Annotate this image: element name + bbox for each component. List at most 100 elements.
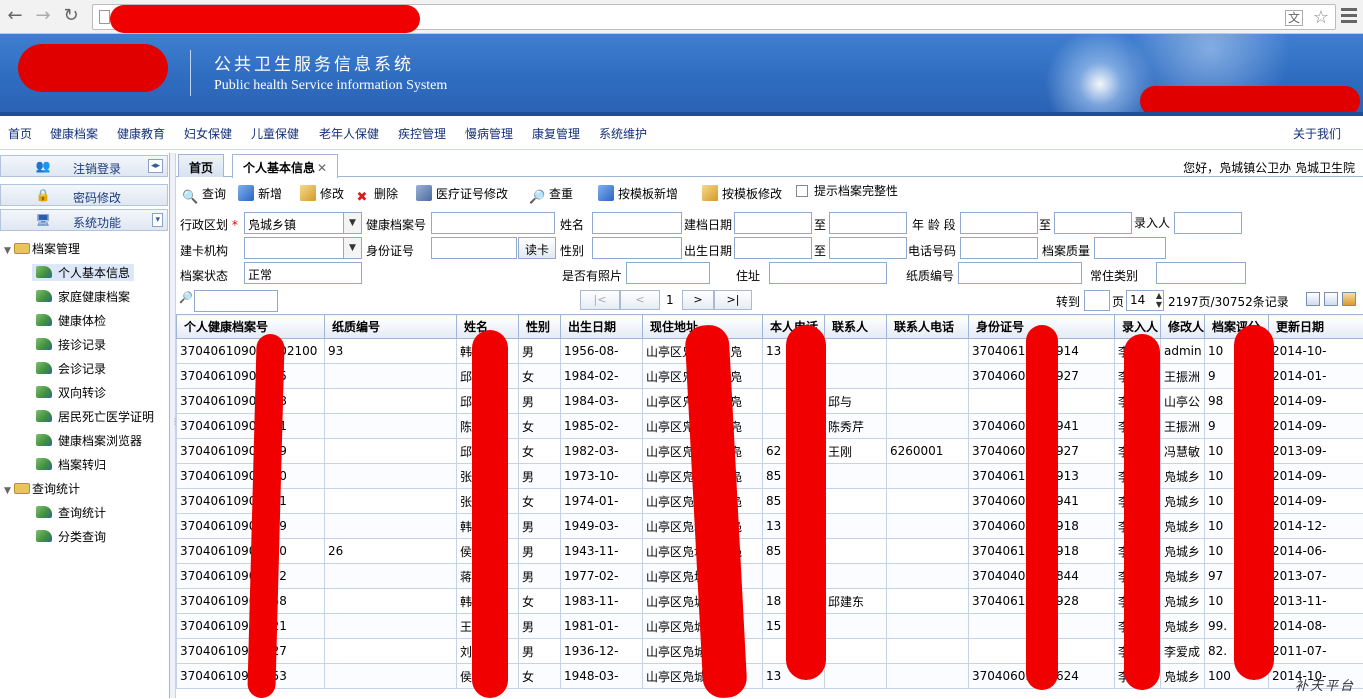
- tree-item-referral[interactable]: 双向转诊: [36, 384, 106, 401]
- age-from[interactable]: [960, 212, 1038, 234]
- photo-input[interactable]: [626, 262, 710, 284]
- menu-child-care[interactable]: 儿童保健: [251, 125, 299, 142]
- tab-home[interactable]: 首页: [178, 154, 224, 177]
- menu-home[interactable]: 首页: [8, 125, 32, 142]
- duplicate-check-button[interactable]: 🔎查重: [529, 185, 573, 206]
- change-password-button[interactable]: 🔒 密码修改: [0, 184, 168, 206]
- card-number-edit-button[interactable]: 医疗证号修改: [416, 185, 508, 202]
- paper-no-input[interactable]: [958, 262, 1082, 284]
- menu-disease-control[interactable]: 疾控管理: [398, 125, 446, 142]
- add-button[interactable]: 新增: [238, 185, 282, 202]
- table-row[interactable]: 37040610902141张女1974-01-山亭区凫城镇西凫85370406…: [177, 489, 1363, 514]
- menu-system[interactable]: 系统维护: [599, 125, 647, 142]
- tree-item-category-query[interactable]: 分类查询: [36, 528, 106, 545]
- table-row[interactable]: 3704061090215026侯男1943-11-山亭区凫城镇西凫853704…: [177, 539, 1363, 564]
- menu-women-care[interactable]: 妇女保健: [184, 125, 232, 142]
- bookmark-star-icon[interactable]: ☆: [1313, 7, 1329, 28]
- org-select[interactable]: ▼: [244, 237, 362, 259]
- chevron-down-icon[interactable]: ▾: [152, 213, 163, 227]
- col-contact-phone[interactable]: 联系人电话: [887, 315, 969, 339]
- col-paper-no[interactable]: 纸质编号: [325, 315, 457, 339]
- forward-arrow-icon[interactable]: →: [32, 6, 54, 26]
- logout-button[interactable]: 👥 注销登录 ◂▸: [0, 155, 168, 177]
- page-size-input[interactable]: 14▲▼: [1126, 290, 1164, 311]
- chevron-down-icon[interactable]: ▼: [343, 238, 361, 258]
- col-record-no[interactable]: 个人健康档案号: [177, 315, 325, 339]
- browser-menu-icon[interactable]: [1341, 8, 1357, 26]
- menu-health-education[interactable]: 健康教育: [117, 125, 165, 142]
- table-row[interactable]: 37040610902105邱女1984-02-山亭区凫城镇西凫37040602…: [177, 364, 1363, 389]
- birth-to[interactable]: [829, 237, 907, 259]
- col-birth[interactable]: 出生日期: [561, 315, 643, 339]
- menu-rehab[interactable]: 康复管理: [532, 125, 580, 142]
- tab-personal-info[interactable]: 个人基本信息✕: [232, 154, 338, 178]
- build-date-to[interactable]: [829, 212, 907, 234]
- gender-input[interactable]: [592, 237, 682, 259]
- collapse-toggle-icon[interactable]: ◂▸: [148, 159, 163, 173]
- system-functions-button[interactable]: 🖥 系统功能 ▾: [0, 209, 168, 231]
- translate-icon[interactable]: 文: [1285, 10, 1303, 26]
- region-select[interactable]: 凫城乡镇▼: [244, 212, 362, 234]
- quick-search-input[interactable]: [194, 290, 278, 312]
- build-date-from[interactable]: [734, 212, 812, 234]
- next-page-button[interactable]: >: [682, 290, 714, 310]
- spinner-icon[interactable]: ▲▼: [1156, 291, 1162, 309]
- tree-item-death-cert[interactable]: 居民死亡医学证明: [36, 408, 154, 425]
- status-input[interactable]: 正常: [244, 262, 362, 284]
- completeness-checkbox[interactable]: 提示档案完整性: [796, 182, 898, 199]
- tree-group-records[interactable]: ▼档案管理: [4, 240, 80, 257]
- table-row[interactable]: 37040610903053侯志女1948-03-山亭区凫城镇崖庄1337040…: [177, 664, 1363, 689]
- checkbox[interactable]: [796, 185, 808, 197]
- menu-health-records[interactable]: 健康档案: [50, 125, 98, 142]
- back-arrow-icon[interactable]: ←: [4, 6, 26, 26]
- birth-from[interactable]: [734, 237, 812, 259]
- last-page-button[interactable]: >|: [714, 290, 752, 310]
- table-row[interactable]: 37040610902158韩女1983-11-山亭区凫城镇西凫18邱建东370…: [177, 589, 1363, 614]
- query-button[interactable]: 🔍查询: [182, 185, 226, 206]
- prev-page-button[interactable]: <: [620, 290, 660, 310]
- resident-type-input[interactable]: [1156, 262, 1246, 284]
- entry-person-input[interactable]: [1174, 212, 1242, 234]
- col-updated[interactable]: 更新日期: [1269, 315, 1363, 339]
- address-input[interactable]: [769, 262, 887, 284]
- table-row[interactable]: 37040610902111陈女1985-02-山亭区凫城镇西凫陈秀芹37040…: [177, 414, 1363, 439]
- tree-item-query-stats[interactable]: 查询统计: [36, 504, 106, 521]
- template-add-button[interactable]: 按模板新增: [598, 185, 678, 202]
- menu-chronic-disease[interactable]: 慢病管理: [465, 125, 513, 142]
- tree-item-personal-info[interactable]: 个人基本信息: [32, 264, 134, 281]
- table-row[interactable]: 37040610903027刘安男1936-12-山亭区凫城镇崖庄李李爱成82.…: [177, 639, 1363, 664]
- table-row[interactable]: 37040610903021王明男1981-01-山亭区凫城镇崖庄15李凫城乡9…: [177, 614, 1363, 639]
- menu-elderly-care[interactable]: 老年人保健: [319, 125, 379, 142]
- grid-settings-icon[interactable]: [1342, 292, 1356, 306]
- col-modified-by[interactable]: 修改人: [1161, 315, 1205, 339]
- delete-button[interactable]: ✖删除: [354, 185, 398, 206]
- quality-input[interactable]: [1094, 237, 1166, 259]
- id-input[interactable]: [431, 237, 517, 259]
- table-row[interactable]: 37040610902129邱女1982-03-山亭区凫城镇西凫62王刚6260…: [177, 439, 1363, 464]
- close-icon[interactable]: ✕: [317, 161, 327, 175]
- phone-input[interactable]: [960, 237, 1038, 259]
- name-input[interactable]: [592, 212, 682, 234]
- export-icon[interactable]: [1324, 292, 1338, 306]
- goto-page-input[interactable]: [1084, 290, 1110, 311]
- template-edit-button[interactable]: 按模板修改: [702, 185, 782, 202]
- read-card-button[interactable]: 读卡: [518, 237, 556, 259]
- edit-button[interactable]: 修改: [300, 185, 344, 202]
- tree-expand-icon[interactable]: ▼: [4, 486, 14, 496]
- tree-item-checkup[interactable]: 健康体检: [36, 312, 106, 329]
- print-icon[interactable]: [1306, 292, 1320, 306]
- chevron-down-icon[interactable]: ▼: [343, 213, 361, 233]
- table-row[interactable]: 37040610902152蒋男1977-02-山亭区凫城镇西凫37040402…: [177, 564, 1363, 589]
- col-contact[interactable]: 联系人: [825, 315, 887, 339]
- age-to[interactable]: [1054, 212, 1132, 234]
- tree-group-query[interactable]: ▼查询统计: [4, 480, 80, 497]
- table-row[interactable]: 37040610902108邱男1984-03-山亭区凫城镇西凫邱与李山亭公98…: [177, 389, 1363, 414]
- first-page-button[interactable]: |<: [580, 290, 620, 310]
- tree-item-family-record[interactable]: 家庭健康档案: [36, 288, 130, 305]
- table-row[interactable]: 37040610900220210093韩男1956-08-山亭区凫城镇西凫13…: [177, 339, 1363, 364]
- col-gender[interactable]: 性别: [519, 315, 561, 339]
- tree-item-record-browser[interactable]: 健康档案浏览器: [36, 432, 142, 449]
- reload-icon[interactable]: ↻: [60, 6, 82, 26]
- tree-item-consult-record[interactable]: 会诊记录: [36, 360, 106, 377]
- table-row[interactable]: 37040610902140张男1973-10-山亭区凫城镇西凫85370406…: [177, 464, 1363, 489]
